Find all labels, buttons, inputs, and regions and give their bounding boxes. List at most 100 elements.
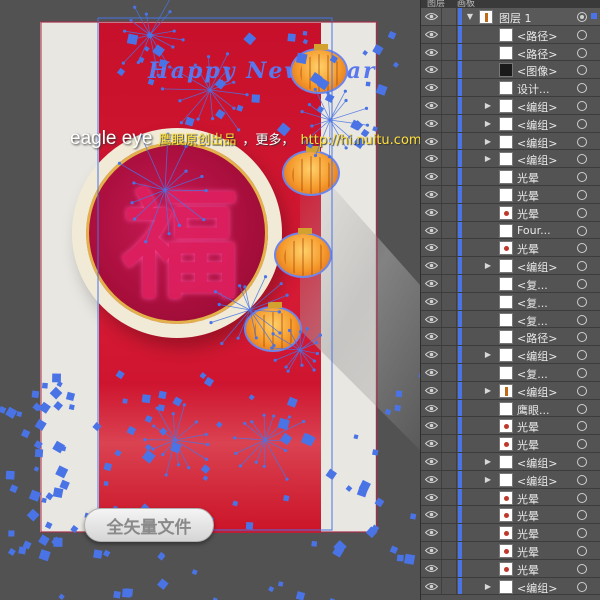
artboard-canvas[interactable]: 福 Happy New Year eagle eye 鹰眼原创出品 ，更多， h…: [0, 0, 420, 600]
layer-name[interactable]: <编组>: [517, 99, 557, 115]
lock-toggle[interactable]: [441, 185, 457, 203]
target-circle-icon[interactable]: [577, 528, 587, 539]
layer-row[interactable]: ▶ <编组>: [421, 470, 600, 489]
layer-name[interactable]: 鹰眼...: [517, 402, 550, 418]
tab-layers[interactable]: 图层: [421, 0, 451, 8]
layer-row[interactable]: 光晕: [421, 239, 600, 258]
chevron-down-icon[interactable]: ▼: [465, 12, 475, 22]
eye-icon[interactable]: [424, 171, 438, 182]
fu-character[interactable]: 福: [122, 150, 240, 321]
layer-row[interactable]: ▶ <编组>: [421, 114, 600, 133]
eye-icon[interactable]: [424, 278, 438, 289]
layer-row[interactable]: <复...: [421, 310, 600, 329]
layer-row[interactable]: ▶ <编组>: [421, 346, 600, 364]
layer-row[interactable]: 光晕: [421, 435, 600, 453]
layer-row[interactable]: Four...: [421, 221, 600, 240]
lock-toggle[interactable]: [441, 559, 457, 577]
eye-icon[interactable]: [424, 420, 438, 431]
chevron-right-icon[interactable]: ▶: [483, 475, 493, 485]
lock-toggle[interactable]: [441, 381, 457, 399]
layer-row[interactable]: 光晕: [421, 203, 600, 222]
layer-name[interactable]: <编组>: [517, 348, 557, 364]
layer-row[interactable]: <图像>: [421, 61, 600, 80]
layer-name[interactable]: 设计...: [517, 81, 550, 97]
eye-icon[interactable]: [424, 118, 438, 129]
lock-toggle[interactable]: [441, 452, 457, 470]
eye-icon[interactable]: [424, 563, 438, 574]
lock-toggle[interactable]: [441, 470, 457, 488]
lock-toggle[interactable]: [441, 43, 457, 61]
layer-name[interactable]: <编组>: [517, 473, 557, 489]
target-circle-icon[interactable]: [577, 439, 587, 450]
layer-name[interactable]: 光晕: [517, 206, 539, 222]
layer-name[interactable]: <路径>: [517, 28, 557, 44]
eye-icon[interactable]: [424, 100, 438, 111]
target-circle-icon[interactable]: [577, 118, 587, 129]
layer-row[interactable]: 光晕: [421, 506, 600, 525]
layer-name[interactable]: <编组>: [517, 580, 557, 596]
lock-toggle[interactable]: [441, 417, 457, 435]
chevron-right-icon[interactable]: ▶: [483, 261, 493, 271]
lock-toggle[interactable]: [441, 132, 457, 150]
lock-toggle[interactable]: [441, 61, 457, 79]
eye-icon[interactable]: [424, 545, 438, 556]
layers-panel[interactable]: 图层 画板 ▼ 图层 1 <路径> <路径> <图像> 设计... ▶ <编组> ▶ <编组> ▶ <…: [420, 0, 600, 600]
layer-name[interactable]: <路径>: [517, 46, 557, 62]
eye-icon[interactable]: [424, 492, 438, 503]
lock-toggle[interactable]: [441, 399, 457, 417]
layer-row[interactable]: ▶ <编组>: [421, 381, 600, 400]
eye-icon[interactable]: [424, 331, 438, 342]
eye-icon[interactable]: [424, 64, 438, 75]
target-circle-icon[interactable]: [577, 243, 587, 254]
lock-toggle[interactable]: [441, 203, 457, 221]
target-circle-icon[interactable]: [577, 314, 587, 325]
layer-name[interactable]: 光晕: [517, 562, 539, 578]
layer-name[interactable]: 光晕: [517, 437, 539, 453]
layer-name[interactable]: 光晕: [517, 188, 539, 204]
target-circle-icon[interactable]: [577, 225, 587, 236]
layer-row[interactable]: <路径>: [421, 43, 600, 62]
lock-toggle[interactable]: [441, 328, 457, 346]
target-circle-icon[interactable]: [577, 172, 587, 183]
layer-name[interactable]: 光晕: [517, 508, 539, 524]
lock-toggle[interactable]: [441, 79, 457, 96]
eye-icon[interactable]: [424, 207, 438, 218]
target-circle-icon[interactable]: [577, 492, 587, 503]
target-circle-icon[interactable]: [577, 510, 587, 521]
lock-toggle[interactable]: [441, 150, 457, 168]
target-circle-icon[interactable]: [577, 136, 587, 147]
chevron-right-icon[interactable]: ▶: [483, 350, 493, 360]
layer-name[interactable]: 光晕: [517, 419, 539, 435]
layer-name[interactable]: <复...: [517, 295, 548, 311]
layer-row[interactable]: ▶ <编组>: [421, 96, 600, 115]
layer-name[interactable]: <复...: [517, 277, 548, 293]
target-circle-icon[interactable]: [577, 65, 587, 76]
layer-row[interactable]: <复...: [421, 292, 600, 311]
layer-name[interactable]: 光晕: [517, 544, 539, 560]
layer-name[interactable]: <编组>: [517, 259, 557, 275]
lantern-3[interactable]: [274, 228, 332, 278]
eye-icon[interactable]: [424, 11, 438, 22]
eye-icon[interactable]: [424, 349, 438, 360]
chevron-right-icon[interactable]: ▶: [483, 457, 493, 467]
layer-row[interactable]: 光晕: [421, 417, 600, 436]
chevron-right-icon[interactable]: ▶: [483, 137, 493, 147]
lock-toggle[interactable]: [441, 96, 457, 114]
eye-icon[interactable]: [424, 367, 438, 378]
layer-row[interactable]: 光晕: [421, 559, 600, 578]
target-circle-icon[interactable]: [577, 403, 587, 414]
lock-toggle[interactable]: [441, 488, 457, 506]
target-circle-icon[interactable]: [577, 12, 587, 22]
eye-icon[interactable]: [424, 82, 438, 93]
layer-row[interactable]: ▶ <编组>: [421, 452, 600, 471]
layer-name[interactable]: Four...: [517, 224, 551, 237]
eye-icon[interactable]: [424, 225, 438, 236]
target-circle-icon[interactable]: [577, 207, 587, 218]
eye-icon[interactable]: [424, 153, 438, 164]
lock-toggle[interactable]: [441, 363, 457, 381]
lock-toggle[interactable]: [441, 524, 457, 541]
layer-row[interactable]: ▼ 图层 1: [421, 8, 600, 26]
target-circle-icon[interactable]: [577, 332, 587, 343]
eye-icon[interactable]: [424, 296, 438, 307]
lock-toggle[interactable]: [441, 506, 457, 524]
